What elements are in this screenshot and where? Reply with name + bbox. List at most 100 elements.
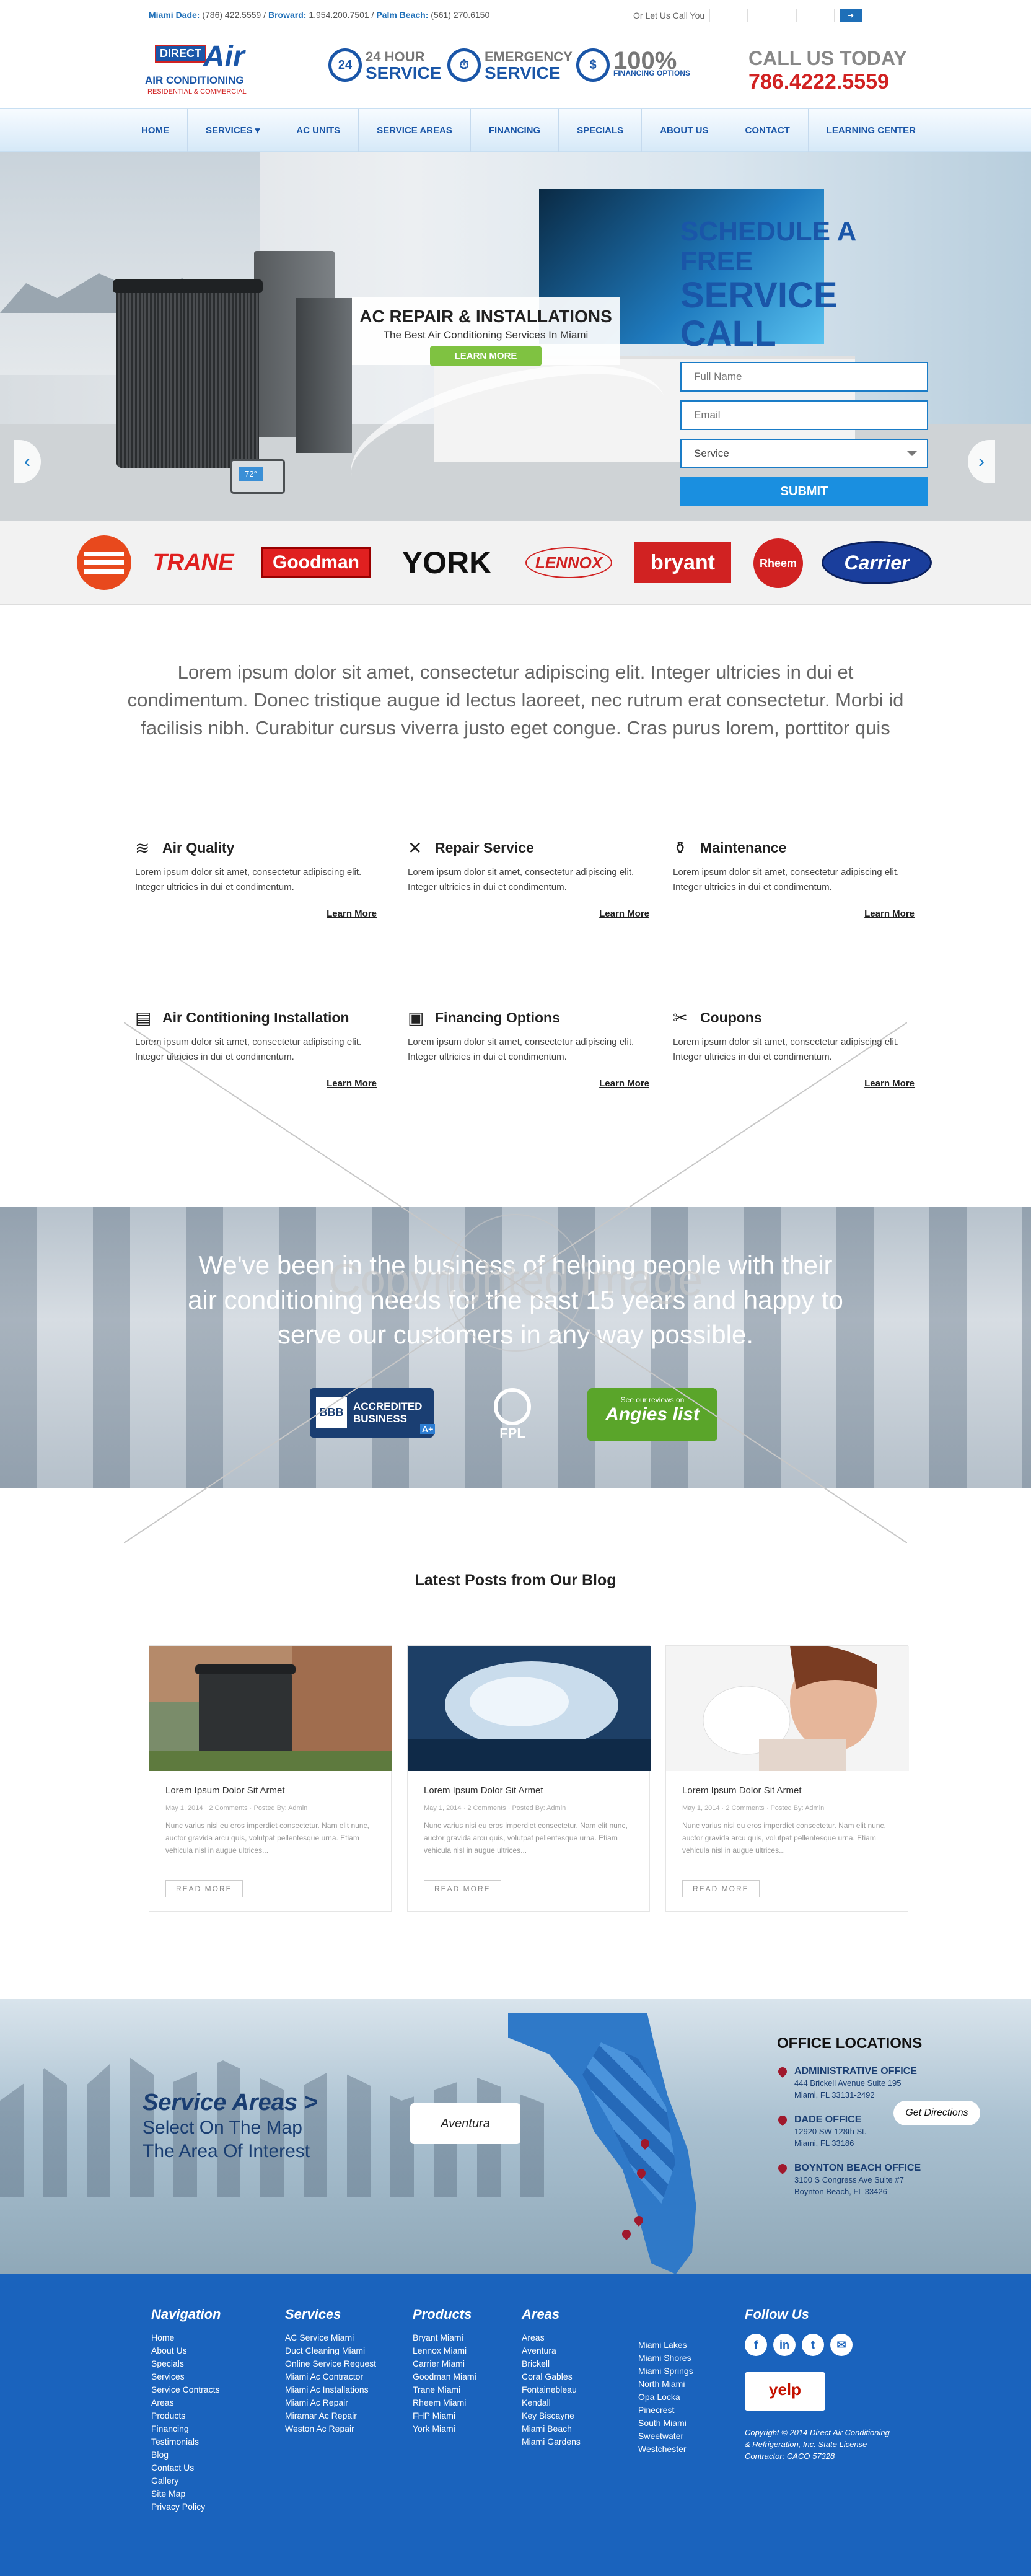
footer-link[interactable]: Miami Shores: [638, 2352, 693, 2365]
footer-link[interactable]: Areas: [522, 2331, 581, 2344]
footer-link[interactable]: South Miami: [638, 2417, 693, 2430]
footer-link[interactable]: Bryant Miami: [413, 2331, 476, 2344]
footer-link[interactable]: Miami Beach: [522, 2422, 581, 2435]
feature-learn-more-link[interactable]: Learn More: [864, 1078, 915, 1089]
email-icon[interactable]: ✉: [830, 2334, 853, 2356]
full-name-field[interactable]: [680, 362, 928, 392]
angies-list-badge[interactable]: See our reviews on Angies list: [587, 1388, 717, 1441]
submit-button[interactable]: SUBMIT: [680, 477, 928, 506]
goodman-logo[interactable]: Goodman: [261, 547, 371, 578]
trane-logo[interactable]: TRANE: [144, 535, 243, 591]
service-areas-title[interactable]: Service Areas >: [143, 2090, 318, 2116]
palm-beach-phone[interactable]: (561) 270.6150: [431, 10, 489, 20]
nav-home[interactable]: HOME: [124, 109, 188, 152]
linkedin-icon[interactable]: in: [773, 2334, 796, 2356]
nav-financing[interactable]: FINANCING: [471, 109, 559, 152]
footer-link[interactable]: Financing: [151, 2422, 221, 2435]
nav-specials[interactable]: SPECIALS: [559, 109, 643, 152]
feature-title[interactable]: Coupons: [700, 1009, 762, 1026]
footer-link[interactable]: FHP Miami: [413, 2409, 476, 2422]
broward-phone[interactable]: 1.954.200.7501 /: [309, 10, 374, 20]
twitter-icon[interactable]: t: [802, 2334, 824, 2356]
footer-link[interactable]: Miami Ac Contractor: [285, 2370, 376, 2383]
footer-link[interactable]: Blog: [151, 2448, 221, 2461]
footer-link[interactable]: Westchester: [638, 2443, 693, 2456]
footer-link[interactable]: Rheem Miami: [413, 2396, 476, 2409]
footer-link[interactable]: Brickell: [522, 2357, 581, 2370]
office-item[interactable]: BOYNTON BEACH OFFICE 3100 S Congress Ave…: [776, 2162, 988, 2197]
footer-link[interactable]: About Us: [151, 2344, 221, 2357]
footer-link[interactable]: York Miami: [413, 2422, 476, 2435]
feature-title[interactable]: Maintenance: [700, 840, 786, 856]
footer-link[interactable]: Home: [151, 2331, 221, 2344]
nav-ac-units[interactable]: AC UNITS: [278, 109, 359, 152]
feature-title[interactable]: Air Quality: [162, 840, 234, 856]
feature-learn-more-link[interactable]: Learn More: [327, 908, 377, 919]
blog-post-image[interactable]: [149, 1646, 392, 1771]
feature-title[interactable]: Financing Options: [435, 1009, 560, 1026]
footer-link[interactable]: Aventura: [522, 2344, 581, 2357]
nav-service-areas[interactable]: SERVICE AREAS: [359, 109, 471, 152]
footer-link[interactable]: Kendall: [522, 2396, 581, 2409]
footer-link[interactable]: Weston Ac Repair: [285, 2422, 376, 2435]
map-pin-icon[interactable]: [620, 2228, 633, 2240]
footer-link[interactable]: Contact Us: [151, 2461, 221, 2474]
footer-link[interactable]: North Miami: [638, 2378, 693, 2391]
blog-post-image[interactable]: [408, 1646, 651, 1771]
get-directions-button[interactable]: Get Directions: [893, 2101, 980, 2125]
footer-link[interactable]: Sweetwater: [638, 2430, 693, 2443]
read-more-button[interactable]: READ MORE: [165, 1880, 243, 1897]
read-more-button[interactable]: READ MORE: [424, 1880, 501, 1897]
nav-about-us[interactable]: ABOUT US: [642, 109, 727, 152]
footer-link[interactable]: Testimonials: [151, 2435, 221, 2448]
feature-learn-more-link[interactable]: Learn More: [599, 908, 649, 919]
blog-post-title[interactable]: Lorem Ipsum Dolor Sit Armet: [682, 1785, 908, 1796]
footer-link[interactable]: Miami Lakes: [638, 2339, 693, 2352]
nav-learning-center[interactable]: LEARNING CENTER: [809, 109, 934, 152]
callback-time-field[interactable]: [796, 9, 835, 22]
footer-link[interactable]: Opa Locka: [638, 2391, 693, 2404]
footer-link[interactable]: Goodman Miami: [413, 2370, 476, 2383]
footer-link[interactable]: Duct Cleaning Miami: [285, 2344, 376, 2357]
footer-link[interactable]: Services: [151, 2370, 221, 2383]
nav-services[interactable]: SERVICES ▾: [188, 109, 279, 152]
callback-phone-field[interactable]: [753, 9, 792, 22]
facebook-icon[interactable]: f: [745, 2334, 767, 2356]
read-more-button[interactable]: READ MORE: [682, 1880, 760, 1897]
office-item[interactable]: ADMINISTRATIVE OFFICE 444 Brickell Avenu…: [776, 2065, 988, 2101]
call-us-phone[interactable]: 786.4222.5559: [748, 70, 906, 94]
bryant-logo[interactable]: bryant: [634, 542, 731, 583]
footer-link[interactable]: AC Service Miami: [285, 2331, 376, 2344]
footer-link[interactable]: Gallery: [151, 2474, 221, 2487]
learn-more-button[interactable]: LEARN MORE: [429, 346, 542, 366]
footer-link[interactable]: Miami Ac Repair: [285, 2396, 376, 2409]
footer-link[interactable]: Areas: [151, 2396, 221, 2409]
footer-link[interactable]: Coral Gables: [522, 2370, 581, 2383]
fpl-badge[interactable]: FPL: [478, 1388, 546, 1444]
bbb-badge[interactable]: BBB ACCREDITED BUSINESS A+: [310, 1388, 436, 1438]
footer-link[interactable]: Online Service Request: [285, 2357, 376, 2370]
york-logo[interactable]: YORK: [382, 535, 512, 591]
logo[interactable]: DIRECT Air AIR CONDITIONING RESIDENTIAL …: [144, 40, 261, 102]
footer-link[interactable]: Lennox Miami: [413, 2344, 476, 2357]
footer-link[interactable]: Specials: [151, 2357, 221, 2370]
footer-link[interactable]: Miami Gardens: [522, 2435, 581, 2448]
lennox-logo[interactable]: LENNOX: [525, 547, 612, 578]
miami-phone[interactable]: (786) 422.5559 /: [202, 10, 266, 20]
carrier-logo[interactable]: Carrier: [822, 541, 932, 584]
footer-link[interactable]: Trane Miami: [413, 2383, 476, 2396]
blog-post-title[interactable]: Lorem Ipsum Dolor Sit Armet: [424, 1785, 649, 1796]
feature-title[interactable]: Air Contitioning Installation: [162, 1009, 349, 1026]
footer-link[interactable]: Fontainebleau: [522, 2383, 581, 2396]
feature-title[interactable]: Repair Service: [435, 840, 534, 856]
footer-link[interactable]: Key Biscayne: [522, 2409, 581, 2422]
blog-post-title[interactable]: Lorem Ipsum Dolor Sit Armet: [165, 1785, 391, 1796]
footer-link[interactable]: Carrier Miami: [413, 2357, 476, 2370]
email-field[interactable]: [680, 400, 928, 430]
callback-name-field[interactable]: [709, 9, 748, 22]
footer-link[interactable]: Miramar Ac Repair: [285, 2409, 376, 2422]
feature-learn-more-link[interactable]: Learn More: [327, 1078, 377, 1089]
footer-link[interactable]: Products: [151, 2409, 221, 2422]
footer-link[interactable]: Miami Springs: [638, 2365, 693, 2378]
blog-post-image[interactable]: [666, 1645, 909, 1771]
